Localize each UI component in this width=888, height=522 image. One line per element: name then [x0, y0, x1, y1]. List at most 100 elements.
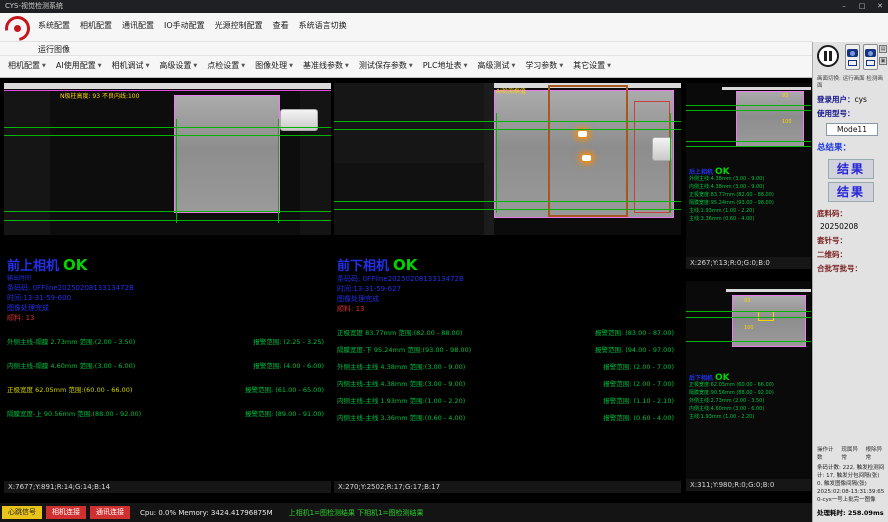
toolbar-other-settings[interactable]: 其它设置▼	[573, 60, 611, 71]
preview-image-rear-lower[interactable]: 93 100 后下相机OK 正极宽度:62.05mm (60.00 - 66.0…	[686, 281, 811, 479]
alarm-range: 报警范围: (61.00 - 65.00)	[245, 384, 324, 394]
measurement-value: 隔膜宽度-下 95.24mm 范围:(93.00 - 98.00)	[337, 344, 471, 354]
settings-mini-icon[interactable]: ▤	[879, 45, 887, 53]
camera-view-front-upper: N极柱高度: 93 不良内线:100 前上相机OK 输出时间 条码码: 0FFl…	[4, 83, 331, 493]
chevron-down-icon: ▼	[146, 63, 150, 69]
alarm-range: 报警范围: (2.00 - 7.00)	[603, 361, 674, 371]
measurement-line-text: 主线:3.36mm (0.60 - 4.00)	[689, 215, 807, 223]
measurement-line	[686, 146, 811, 147]
barcode-text: 条码码: 0FFline2025020813313472B	[337, 274, 674, 284]
menu-item-light-control[interactable]: 光源控制配置	[215, 20, 263, 31]
toolbar-test-save-params[interactable]: 测试保存参数▼	[359, 60, 413, 71]
total-result-row: 总结果：	[817, 141, 884, 153]
menu-item-io-manual[interactable]: IO手动配置	[164, 20, 205, 31]
divider	[0, 55, 812, 56]
preview-image-rear-upper[interactable]: 93 100 后上相机OK 外侧主线:4.38mm (3.00 - 9.00) …	[686, 83, 811, 257]
model-row: 使用型号：	[817, 108, 884, 119]
tab-run-image[interactable]: 运行图像	[38, 44, 70, 55]
menu-item-comm-config[interactable]: 通讯配置	[122, 20, 154, 31]
chevron-down-icon: ▼	[607, 63, 611, 69]
cpu-memory-readout: Cpu: 0.0% Memory: 3424.41796875M	[140, 509, 273, 517]
menu-item-view[interactable]: 查看	[273, 20, 289, 31]
measurement-line-text: 正极宽度:62.05mm (60.00 - 66.00)	[689, 381, 807, 389]
toolbar-learn-params[interactable]: 学习参数▼	[525, 60, 563, 71]
stats-header-clear-abnormal[interactable]: 根除异常	[866, 445, 884, 461]
chevron-down-icon: ▼	[409, 63, 413, 69]
minimize-button[interactable]: –	[839, 0, 849, 13]
pixel-coords-readout: X:267;Y:13;R:0;G:0;B:0	[686, 257, 811, 269]
toolbar-baseline-params[interactable]: 基准线参数▼	[303, 60, 349, 71]
measurement-row: 外侧主线-主线 4.38mm 范围:(3.00 - 9.00)报警范围: (2.…	[337, 361, 674, 371]
overlay-label: 93	[744, 298, 750, 304]
model-select[interactable]: Mode11	[826, 123, 878, 136]
heartbeat-status-badge: 心跳信号	[2, 506, 42, 519]
ai-roi-box	[548, 85, 628, 217]
window-controls: – □ ✕	[839, 0, 885, 13]
right-sidebar: 画面切换: 运行画面 检测画面 登录用户：cys 使用型号： Mode11 总结…	[813, 74, 888, 522]
measurement-line	[686, 105, 811, 106]
divider	[0, 41, 812, 42]
overlay-label: N极柱高度: 93 不良内线:100	[60, 91, 139, 100]
measurement-line	[686, 341, 811, 342]
stats-line: 0, 触发图像间隔(张)	[817, 480, 884, 488]
needle-row: 套针号：	[817, 235, 884, 246]
pixel-coords-readout: X:311;Y:980;R:0;G:0;B:0	[686, 479, 811, 491]
lock-mini-icon[interactable]: ▣	[879, 57, 887, 65]
measurement-line	[496, 113, 497, 213]
camera-result-line: 前下相机OK	[337, 255, 674, 274]
menu-item-system-config[interactable]: 系统配置	[38, 20, 70, 31]
measurement-value: 隔膜宽度-上 90.56mm 范围:(88.00 - 92.00)	[7, 408, 141, 418]
logo-dot-icon	[14, 25, 21, 32]
camera-live-button[interactable]	[863, 44, 878, 70]
toolbar-camera-config[interactable]: 相机配置▼	[8, 60, 46, 71]
toolbar-ai-config[interactable]: AI使用配置▼	[56, 60, 102, 71]
process-done-text: 图像处理完成	[337, 294, 674, 304]
title-bar: CYS-视觉检测系统 – □ ✕	[0, 0, 888, 13]
measurement-list: 正极宽度 83.77mm 范围:(82.00 - 88.00)报警范围: (83…	[337, 327, 674, 422]
stats-line: 2025:02:08-13:31:39:65	[817, 488, 884, 496]
pause-button[interactable]	[817, 45, 839, 67]
merge-batch-row: 合批写批号：	[817, 263, 884, 274]
measurement-line-text: 正极宽度:83.77mm (82.00 - 88.00)	[689, 191, 807, 199]
toolbar-spot-check[interactable]: 点检设置▼	[207, 60, 245, 71]
stats-header-op-count[interactable]: 操作计数	[817, 445, 835, 461]
chevron-down-icon: ▼	[559, 63, 563, 69]
camera-image-front-upper[interactable]: N极柱高度: 93 不良内线:100	[4, 83, 331, 235]
menu-item-camera-config[interactable]: 相机配置	[80, 20, 112, 31]
camera-name: 前下相机	[337, 259, 389, 274]
measurement-row: 内侧主线-主线 3.36mm 范围:(0.60 - 4.00)报警范围: (0.…	[337, 412, 674, 422]
measurement-line	[176, 119, 177, 223]
stats-line: 计: 17, 触发分包间隔(张)	[817, 472, 884, 480]
stats-header-current-abnormal[interactable]: 现属异常	[841, 445, 859, 461]
measurement-line-text: 外侧主线:4.38mm (3.00 - 9.00)	[689, 175, 807, 183]
measurement-line	[670, 113, 671, 213]
toolbar-advanced-settings[interactable]: 高级设置▼	[159, 60, 197, 71]
weld-glow	[578, 131, 587, 137]
measurement-row: 隔膜宽度-下 95.24mm 范围:(93.00 - 98.00)报警范围: (…	[337, 344, 674, 354]
camera-snapshot-button[interactable]	[845, 44, 860, 70]
measurement-value: 内侧主线-主线 3.36mm 范围:(0.60 - 4.00)	[337, 412, 465, 422]
material-text: 顺料: 13	[337, 304, 674, 314]
toolbar-image-process[interactable]: 图像处理▼	[255, 60, 293, 71]
measurement-row: 内侧主线-隔膜 4.60mm 范围:(3.00 - 6.00)报警范围: (4.…	[7, 360, 324, 370]
measurement-row: 正极宽度 62.05mm 范围:(60.00 - 66.00)报警范围: (61…	[7, 384, 324, 394]
toolbar-advanced-test[interactable]: 高级测试▼	[477, 60, 515, 71]
result-block-front-lower: 前下相机OK 条码码: 0FFline2025020813313472B 时间:…	[337, 255, 674, 429]
maximize-button[interactable]: □	[857, 0, 867, 13]
toolbar-plc-table[interactable]: PLC地址表▼	[423, 60, 468, 71]
menu-bar: 系统配置 相机配置 通讯配置 IO手动配置 光源控制配置 查看 系统语言切换	[38, 20, 347, 31]
measurement-line-text: 隔膜宽度:90.56mm (88.00 - 92.00)	[689, 389, 807, 397]
elapsed-time: 处理耗时: 258.09ms	[817, 507, 884, 517]
barcode-text: 条码码: 0FFline2025020813313472B	[7, 283, 324, 293]
chevron-down-icon: ▼	[193, 63, 197, 69]
camera-connection-badge: 相机连接	[46, 506, 86, 519]
measurement-value: 外侧主线-隔膜 2.73mm 范围:(2.00 - 3.50)	[7, 336, 135, 346]
close-button[interactable]: ✕	[875, 0, 885, 13]
roi-box	[758, 311, 774, 321]
measurement-value: 内侧主线-主线 1.93mm 范围:(1.00 - 2.20)	[337, 395, 465, 405]
toolbar-camera-debug[interactable]: 相机调试▼	[112, 60, 150, 71]
menu-item-language[interactable]: 系统语言切换	[299, 20, 347, 31]
camera-image-front-lower[interactable]: AI检测框值	[334, 83, 681, 235]
login-user-value: cys	[855, 95, 867, 104]
inspected-part	[174, 95, 280, 213]
